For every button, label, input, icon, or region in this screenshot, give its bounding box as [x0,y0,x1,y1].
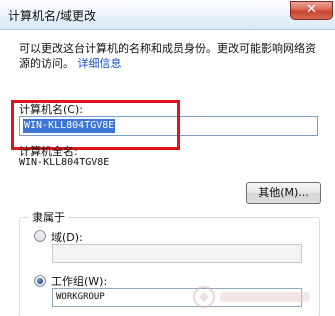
full-name-value: WIN-KLL804TGV8E [19,157,110,168]
domain-radio[interactable] [34,230,46,242]
radio-selected-dot [37,278,43,284]
workgroup-value: WORKGROUP [56,292,105,302]
domain-input[interactable] [52,244,302,263]
domain-label: 域(D): [51,231,83,244]
title-bar: 计算机名/域更改 ✕ [0,0,335,30]
more-button[interactable]: 其他(M)... [246,182,321,204]
computer-name-input[interactable]: WIN-KLL804TGV8E [19,116,318,136]
description-body: 可以更改这台计算机的名称和成员身份。更改可能影响网络资源的访问。 [19,42,316,70]
computer-name-label: 计算机名(C): [19,103,83,116]
computer-name-value: WIN-KLL804TGV8E [23,119,116,133]
close-button[interactable]: ✕ [290,1,333,20]
description-text: 可以更改这台计算机的名称和成员身份。更改可能影响网络资源的访问。 详细信息 [19,41,324,71]
workgroup-label: 工作组(W): [51,275,108,288]
window-title: 计算机名/域更改 [8,9,97,23]
details-link[interactable]: 详细信息 [78,57,122,70]
workgroup-input[interactable]: WORKGROUP [52,288,302,307]
member-of-title: 隶属于 [29,209,68,225]
workgroup-radio[interactable] [34,275,46,287]
close-icon: ✕ [306,2,317,17]
